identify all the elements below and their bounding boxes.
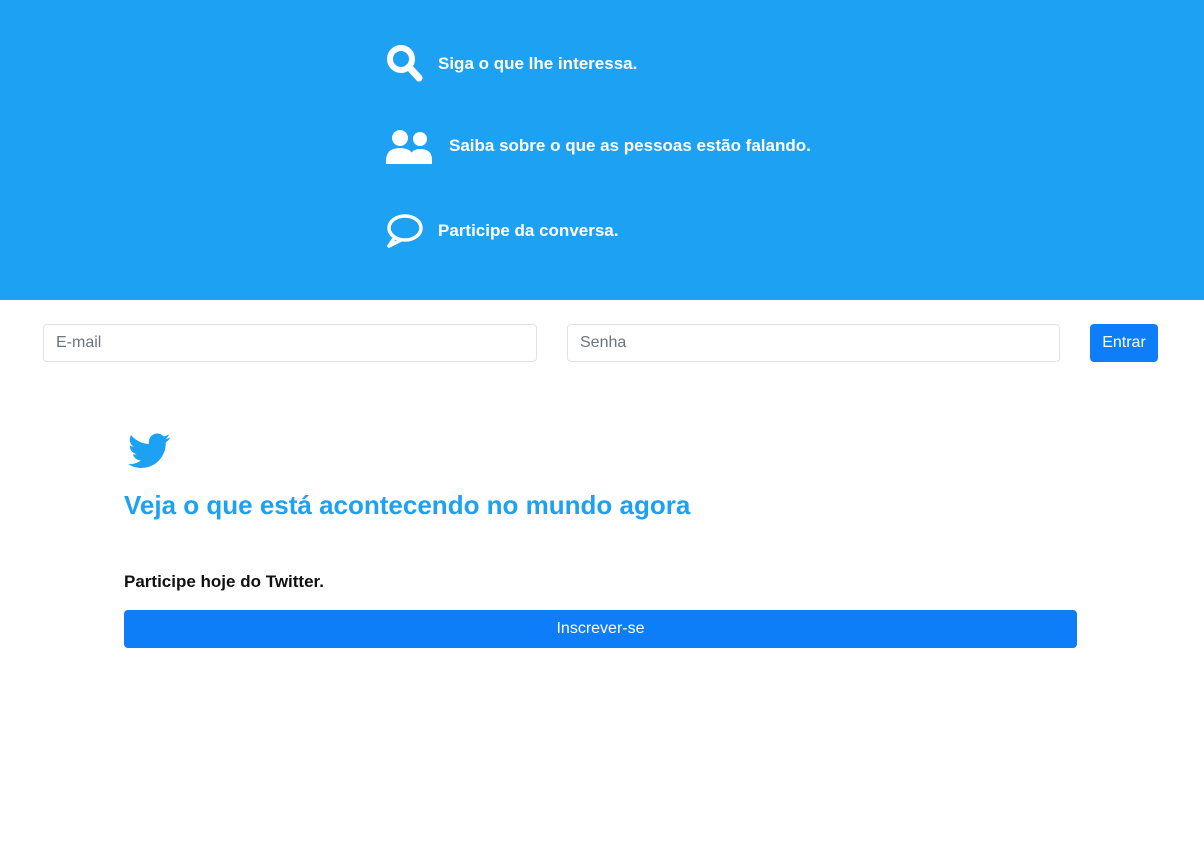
login-form: Entrar [0,324,1204,362]
users-icon [386,128,433,164]
join-subheading: Participe hoje do Twitter. [124,572,324,591]
email-field[interactable] [43,324,537,362]
password-field[interactable] [567,324,1060,362]
feature-text: Participe da conversa. [438,221,619,240]
feature-item-discover: Saiba sobre o que as pessoas estão falan… [386,128,811,164]
hero-banner: Siga o que lhe interessa. Saiba sobre o … [0,0,1204,300]
search-icon [386,44,424,84]
login-button[interactable]: Entrar [1090,324,1158,362]
feature-text: Siga o que lhe interessa. [438,54,638,73]
feature-item-follow: Siga o que lhe interessa. [386,44,637,84]
feature-text: Saiba sobre o que as pessoas estão falan… [449,136,811,155]
comment-icon [386,212,424,250]
twitter-bird-icon [128,433,171,471]
feature-item-conversation: Participe da conversa. [386,212,618,250]
page-title: Veja o que está acontecendo no mundo ago… [124,490,691,520]
signup-button[interactable]: Inscrever-se [124,610,1077,648]
